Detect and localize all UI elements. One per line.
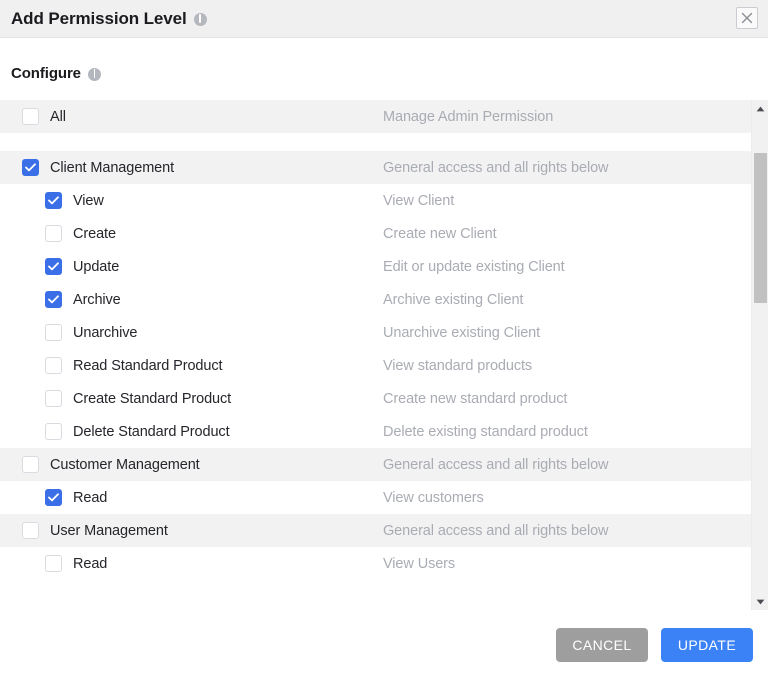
permission-description: Create new Client (383, 226, 751, 242)
permission-description: View standard products (383, 358, 751, 374)
info-icon[interactable] (194, 13, 207, 26)
configure-label: Configure (11, 65, 81, 82)
checkbox-cell (0, 258, 62, 275)
permission-label: Update (73, 259, 119, 275)
permission-description: Unarchive existing Client (383, 325, 751, 341)
permission-row[interactable]: Update Edit or update existing Client (0, 250, 751, 283)
permission-label: Delete Standard Product (73, 424, 230, 440)
permission-label: Client Management (50, 160, 174, 176)
permission-row[interactable]: Read Standard Product View standard produ… (0, 349, 751, 382)
checkbox-checked[interactable] (45, 192, 62, 209)
permission-label: Archive (73, 292, 121, 308)
permission-row[interactable]: Client Management General access and all … (0, 151, 751, 184)
close-icon (741, 12, 753, 24)
permission-description: Delete existing standard product (383, 424, 751, 440)
scrollbar-thumb[interactable] (754, 153, 767, 303)
permission-label: Read (73, 490, 107, 506)
permission-description: General access and all rights below (383, 160, 751, 176)
vertical-scrollbar[interactable] (751, 100, 768, 610)
checkbox-cell (0, 291, 62, 308)
scroll-up-button[interactable] (752, 100, 768, 117)
permission-row[interactable]: Delete Standard Product Delete existing s… (0, 415, 751, 448)
checkbox-unchecked[interactable] (22, 456, 39, 473)
checkbox-checked[interactable] (45, 258, 62, 275)
permission-description: General access and all rights below (383, 523, 751, 539)
checkbox-unchecked[interactable] (45, 357, 62, 374)
permission-row[interactable]: Create Create new Client (0, 217, 751, 250)
permission-label: Read (73, 556, 107, 572)
check-icon (48, 196, 59, 205)
check-icon (48, 493, 59, 502)
checkbox-unchecked[interactable] (45, 423, 62, 440)
dialog-footer: CANCEL UPDATE (0, 610, 768, 679)
checkbox-cell (0, 390, 62, 407)
checkbox-cell (0, 357, 62, 374)
checkbox-unchecked[interactable] (45, 225, 62, 242)
checkbox-cell (0, 489, 62, 506)
update-button[interactable]: UPDATE (661, 628, 753, 662)
permission-row[interactable]: Read View customers (0, 481, 751, 514)
check-icon (48, 295, 59, 304)
chevron-down-icon (756, 599, 765, 605)
permission-row[interactable]: Archive Archive existing Client (0, 283, 751, 316)
permission-label: User Management (50, 523, 168, 539)
permission-row[interactable]: Read View Users (0, 547, 751, 580)
checkbox-cell (0, 555, 62, 572)
permission-list-container: All Manage Admin Permission Client Managem… (0, 100, 768, 610)
permission-description: Archive existing Client (383, 292, 751, 308)
dialog-title: Add Permission Level (11, 10, 187, 27)
info-icon[interactable] (88, 68, 101, 81)
check-icon (48, 262, 59, 271)
permission-label: All (50, 109, 66, 125)
dialog-titlebar: Add Permission Level (0, 0, 768, 38)
row-spacer (0, 133, 751, 151)
permission-row[interactable]: User Management General access and all ri… (0, 514, 751, 547)
permission-row[interactable]: All Manage Admin Permission (0, 100, 751, 133)
permission-list: All Manage Admin Permission Client Managem… (0, 100, 751, 580)
permission-row[interactable]: Customer Management General access and al… (0, 448, 751, 481)
permission-description: View customers (383, 490, 751, 506)
checkbox-cell (0, 192, 62, 209)
close-button[interactable] (736, 7, 758, 29)
permission-row[interactable]: Create Standard Product Create new standa… (0, 382, 751, 415)
checkbox-cell (0, 225, 62, 242)
checkbox-checked[interactable] (22, 159, 39, 176)
permission-description: Edit or update existing Client (383, 259, 751, 275)
permission-description: General access and all rights below (383, 457, 751, 473)
checkbox-checked[interactable] (45, 291, 62, 308)
cancel-button[interactable]: CANCEL (556, 628, 648, 662)
checkbox-unchecked[interactable] (22, 108, 39, 125)
checkbox-checked[interactable] (45, 489, 62, 506)
checkbox-unchecked[interactable] (45, 324, 62, 341)
configure-heading-row: Configure (0, 38, 768, 100)
checkbox-unchecked[interactable] (45, 555, 62, 572)
add-permission-level-dialog: Add Permission Level Configure All Manage… (0, 0, 768, 679)
checkbox-cell (0, 423, 62, 440)
checkbox-cell (0, 108, 39, 125)
checkbox-cell (0, 159, 39, 176)
scroll-down-button[interactable] (752, 593, 768, 610)
permission-label: View (73, 193, 104, 209)
permission-row[interactable]: View View Client (0, 184, 751, 217)
checkbox-unchecked[interactable] (22, 522, 39, 539)
permission-label: Customer Management (50, 457, 200, 473)
permission-label: Read Standard Product (73, 358, 222, 374)
checkbox-cell (0, 522, 39, 539)
permission-label: Create Standard Product (73, 391, 231, 407)
permission-description: Create new standard product (383, 391, 751, 407)
checkbox-unchecked[interactable] (45, 390, 62, 407)
permission-row[interactable]: Unarchive Unarchive existing Client (0, 316, 751, 349)
permission-description: View Client (383, 193, 751, 209)
chevron-up-icon (756, 106, 765, 112)
permission-label: Create (73, 226, 116, 242)
checkbox-cell (0, 456, 39, 473)
permission-label: Unarchive (73, 325, 137, 341)
permission-description: View Users (383, 556, 751, 572)
check-icon (25, 163, 36, 172)
permission-description: Manage Admin Permission (383, 109, 751, 125)
checkbox-cell (0, 324, 62, 341)
